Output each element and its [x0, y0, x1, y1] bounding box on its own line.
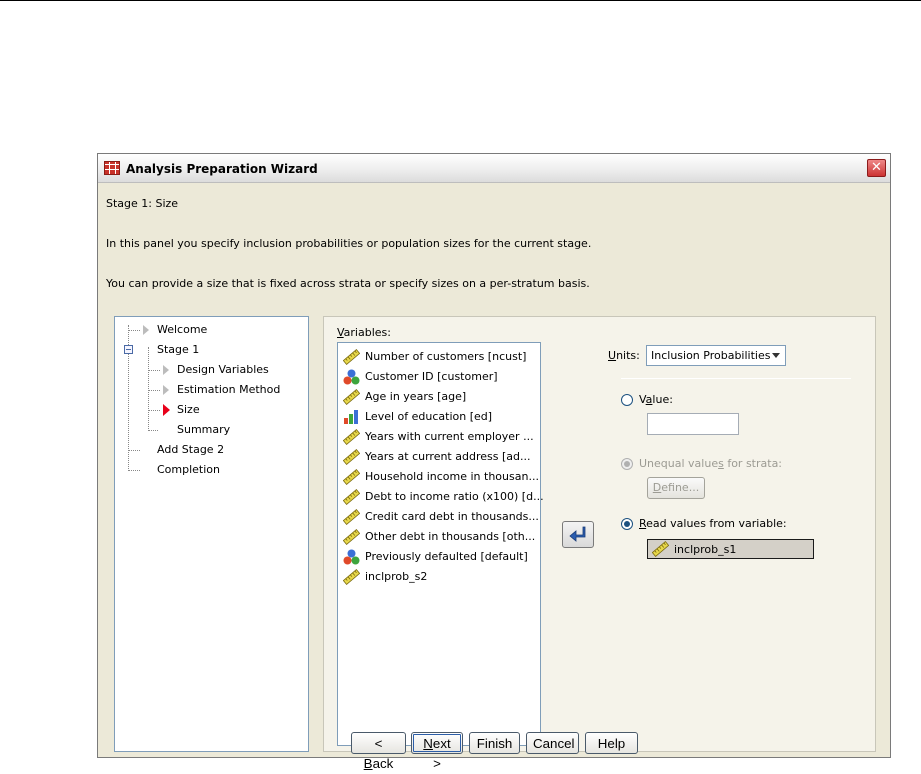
ruler-icon — [343, 489, 360, 505]
variables-label: Variables: — [337, 326, 391, 339]
wizard-body: Stage 1: Size In this panel you specify … — [98, 184, 890, 771]
tree-item-estimation-method[interactable]: Estimation Method — [177, 383, 280, 396]
tree-line — [148, 430, 158, 431]
app-table-icon — [104, 161, 120, 175]
ruler-icon — [343, 569, 360, 585]
unequal-values-radio — [621, 458, 633, 470]
help-button[interactable]: Help — [585, 732, 638, 754]
nominal-icon — [343, 549, 360, 565]
variable-label: inclprob_s2 — [365, 570, 428, 583]
finish-button[interactable]: Finish — [469, 732, 520, 754]
back-button[interactable]: < Back — [351, 732, 406, 771]
step-marker-icon — [163, 365, 169, 375]
selected-variable-field[interactable]: inclprob_s1 — [647, 539, 814, 559]
variable-label: Debt to income ratio (x100) [d... — [365, 490, 544, 503]
nominal-icon — [343, 369, 360, 385]
value-radio[interactable] — [621, 394, 633, 406]
ruler-icon — [652, 541, 669, 557]
current-step-icon — [163, 404, 170, 416]
variable-label: Age in years [age] — [365, 390, 467, 403]
tree-line — [148, 370, 160, 371]
ruler-icon — [343, 429, 360, 445]
tree-line — [128, 330, 140, 331]
description-line-1: In this panel you specify inclusion prob… — [106, 237, 592, 250]
cancel-button[interactable]: Cancel — [526, 732, 579, 754]
variable-label: Household income in thousan... — [365, 470, 539, 483]
variable-label: Years at current address [ad... — [365, 450, 531, 463]
tree-line — [148, 410, 160, 411]
separator — [621, 378, 851, 379]
tree-line — [148, 390, 160, 391]
tree-item-welcome[interactable]: Welcome — [157, 323, 207, 336]
read-from-variable-label: Read values from variable: — [639, 517, 787, 530]
variable-label: Other debt in thousands [oth... — [365, 530, 536, 543]
tree-item-stage-1[interactable]: Stage 1 — [157, 343, 199, 356]
description-line-2: You can provide a size that is fixed acr… — [106, 277, 590, 290]
tree-item-design-variables[interactable]: Design Variables — [177, 363, 269, 376]
next-button[interactable]: Next > — [411, 732, 463, 771]
tree-line — [128, 450, 140, 451]
chevron-down-icon — [772, 353, 780, 358]
value-radio-label: Value: — [639, 393, 673, 406]
variable-label: Customer ID [customer] — [365, 370, 498, 383]
value-input[interactable] — [647, 413, 739, 435]
tree-item-size[interactable]: Size — [177, 403, 200, 416]
read-from-variable-radio[interactable] — [621, 518, 633, 530]
collapse-icon[interactable] — [124, 345, 133, 354]
size-panel: Variables: Number of customers [ncust] Cu… — [323, 316, 876, 752]
define-button: Define... — [647, 477, 705, 499]
ruler-icon — [343, 529, 360, 545]
top-rule — [0, 0, 921, 1]
ruler-icon — [343, 449, 360, 465]
ruler-icon — [343, 389, 360, 405]
stage-title: Stage 1: Size — [106, 197, 179, 210]
units-select[interactable]: Inclusion Probabilities — [646, 345, 786, 366]
variable-label: Previously defaulted [default] — [365, 550, 528, 563]
ruler-icon — [343, 349, 360, 365]
tree-line — [128, 470, 140, 471]
title-bar[interactable]: Analysis Preparation Wizard ✕ — [98, 154, 890, 183]
units-selected-value: Inclusion Probabilities — [651, 349, 771, 362]
step-marker-icon — [143, 325, 149, 335]
unequal-values-label: Unequal values for strata: — [639, 457, 783, 470]
variable-label: Number of customers [ncust] — [365, 350, 527, 363]
move-variable-button[interactable] — [562, 521, 594, 548]
ordinal-icon — [344, 410, 358, 424]
wizard-steps-tree: Welcome Stage 1 Design Variables Estimat… — [114, 316, 309, 752]
variable-label: Level of education [ed] — [365, 410, 493, 423]
wizard-window: Analysis Preparation Wizard ✕ Stage 1: S… — [97, 153, 891, 771]
close-button[interactable]: ✕ — [867, 159, 886, 177]
selected-variable-value: inclprob_s1 — [674, 543, 737, 556]
variables-list[interactable]: Number of customers [ncust] Customer ID [… — [337, 342, 544, 746]
ruler-icon — [343, 509, 360, 525]
variable-label: Credit card debt in thousands... — [365, 510, 539, 523]
tree-item-completion[interactable]: Completion — [157, 463, 220, 476]
window-title: Analysis Preparation Wizard — [126, 162, 318, 176]
units-label: Units: — [608, 349, 640, 362]
tree-item-add-stage-2[interactable]: Add Stage 2 — [157, 443, 224, 456]
ruler-icon — [343, 469, 360, 485]
arrow-left-icon — [569, 526, 586, 542]
step-marker-icon — [163, 385, 169, 395]
tree-item-summary[interactable]: Summary — [177, 423, 230, 436]
tree-line — [148, 347, 149, 429]
variable-label: Years with current employer ... — [365, 430, 534, 443]
